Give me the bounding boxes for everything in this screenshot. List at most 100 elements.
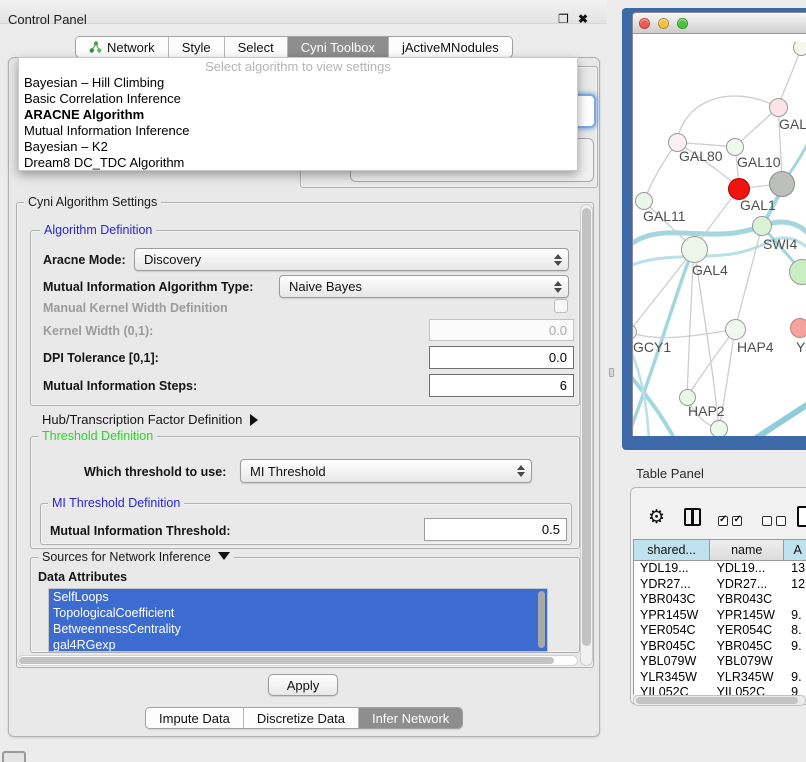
table-panel-title: Table Panel: [636, 466, 704, 481]
zoom-traffic-light[interactable]: [677, 18, 688, 29]
attribute-item-selected[interactable]: BetweennessCentrality: [49, 621, 547, 637]
table-body: YDL19...YDL19...13YDR27...YDR27...12YBR0…: [633, 561, 806, 695]
node-label: GCY1: [633, 339, 671, 355]
table-row[interactable]: YDR27...YDR27...12: [634, 577, 806, 593]
algorithm-option-selected[interactable]: ARACNE Algorithm: [19, 107, 577, 123]
table-row[interactable]: YER054CYER054C8.: [634, 623, 806, 639]
which-threshold-value: MI Threshold: [250, 464, 326, 479]
mi-algorithm-type-combobox[interactable]: Naive Bayes: [279, 275, 569, 298]
panel-splitter-handle[interactable]: [609, 368, 614, 377]
column-header[interactable]: shared...: [634, 540, 710, 560]
settings-vertical-scrollbar-thumb[interactable]: [582, 208, 591, 646]
dpi-tolerance-value: 0.0: [549, 350, 567, 365]
algorithm-option[interactable]: Basic Correlation Inference: [19, 91, 577, 107]
table-cell: 9.: [785, 608, 806, 624]
network-canvas[interactable]: GALGAL80GAL10GAL1GAL11SWI4GAL4GCY1HAP4YH…: [633, 42, 806, 436]
tab-jactivemnodules[interactable]: jActiveMNodules: [389, 37, 512, 57]
algorithm-option[interactable]: Bayesian – K2: [19, 139, 577, 155]
minimize-traffic-light[interactable]: [658, 18, 669, 29]
tab-label: Network: [107, 40, 155, 55]
network-node-gal[interactable]: [769, 98, 788, 117]
network-node-swi4[interactable]: [752, 216, 772, 236]
minimized-panel-icon[interactable]: [2, 751, 26, 762]
unchecked-box-icon: [776, 516, 786, 526]
node-label: SWI4: [763, 236, 797, 252]
table-row[interactable]: YBL079WYBL079W: [634, 654, 806, 670]
table-cell: YIL052C: [711, 685, 786, 695]
mi-steps-value: 6: [560, 378, 567, 393]
algorithm-option[interactable]: Bayesian – Hill Climbing: [19, 75, 577, 91]
which-threshold-combobox[interactable]: MI Threshold: [240, 459, 532, 483]
network-edge[interactable]: [753, 400, 806, 436]
float-window-icon[interactable]: ❐: [558, 12, 569, 26]
tab-impute-data[interactable]: Impute Data: [146, 708, 244, 728]
dpi-tolerance-field[interactable]: 0.0: [429, 346, 574, 369]
attribute-item-selected[interactable]: TopologicalCoefficient: [49, 605, 547, 621]
tab-cyni-toolbox[interactable]: Cyni Toolbox: [288, 37, 389, 57]
table-cell: 9.: [785, 639, 806, 655]
network-edge[interactable]: [633, 329, 735, 338]
algorithm-option[interactable]: Mutual Information Inference: [19, 123, 577, 139]
tab-label: Infer Network: [372, 711, 449, 726]
tab-style[interactable]: Style: [169, 37, 225, 57]
app-root: Control Panel ❐ ✖ Network Style Select C…: [0, 0, 806, 762]
network-node-y[interactable]: [790, 318, 806, 338]
network-node-gal4[interactable]: [681, 236, 708, 263]
column-header[interactable]: name: [710, 540, 784, 560]
attribute-item-selected[interactable]: SelfLoops: [49, 589, 547, 605]
manual-kernel-checkbox[interactable]: [554, 299, 568, 313]
select-all-columns-button[interactable]: [718, 513, 742, 531]
mi-threshold-value: 0.5: [542, 522, 560, 537]
table-cell: YDL19...: [711, 561, 786, 577]
table-row[interactable]: YDL19...YDL19...13: [634, 561, 806, 577]
mi-steps-field[interactable]: 6: [429, 374, 574, 397]
kernel-width-value: 0.0: [549, 323, 567, 338]
network-node-hap4[interactable]: [725, 319, 746, 340]
algorithm-option[interactable]: Dream8 DC_TDC Algorithm: [19, 155, 577, 171]
unselect-all-columns-button[interactable]: [762, 513, 786, 531]
tab-select[interactable]: Select: [225, 37, 288, 57]
hub-definition-label: Hub/Transcription Factor Definition: [42, 412, 242, 427]
column-header[interactable]: A: [784, 540, 806, 560]
close-traffic-light[interactable]: [639, 18, 650, 29]
tab-discretize-data[interactable]: Discretize Data: [244, 708, 359, 728]
control-panel-tabbar: Network Style Select Cyni Toolbox jActiv…: [75, 36, 513, 58]
sources-title: Sources for Network Inference: [42, 550, 211, 564]
table-row[interactable]: YBR043CYBR043C: [634, 592, 806, 608]
tab-network[interactable]: Network: [76, 37, 169, 57]
table-cell: YPR145W: [711, 608, 786, 624]
table-row[interactable]: YLR345WYLR345W9.: [634, 670, 806, 686]
tab-infer-network[interactable]: Infer Network: [359, 708, 462, 728]
attribute-item-selected[interactable]: gal4RGexp: [49, 637, 547, 652]
show-columns-button[interactable]: [684, 508, 701, 526]
network-edge[interactable]: [735, 226, 762, 329]
network-edge[interactable]: [687, 329, 735, 397]
tab-label: jActiveMNodules: [402, 40, 499, 55]
hub-definition-expander[interactable]: Hub/Transcription Factor Definition: [42, 411, 258, 429]
mi-steps-label: Mutual Information Steps:: [43, 379, 197, 393]
stepper-arrows-icon: [553, 254, 561, 266]
table-row[interactable]: YPR145WYPR145W9.: [634, 608, 806, 624]
network-node[interactable]: [769, 171, 795, 197]
table-settings-button[interactable]: ⚙: [648, 508, 665, 528]
sources-collapser[interactable]: Sources for Network Inference: [38, 550, 234, 564]
table-row[interactable]: YBR045CYBR045C9.: [634, 639, 806, 655]
tab-label: Discretize Data: [257, 711, 345, 726]
mi-threshold-field[interactable]: 0.5: [424, 518, 567, 541]
table-cell: 13: [785, 561, 806, 577]
table-row[interactable]: YIL052CYIL052C9: [634, 685, 806, 695]
export-table-button[interactable]: [797, 506, 806, 527]
network-window-titlebar[interactable]: [633, 13, 806, 34]
network-edge[interactable]: [677, 96, 778, 142]
node-label: GAL11: [643, 208, 686, 224]
network-node[interactable]: [710, 420, 728, 436]
kernel-width-field[interactable]: 0.0: [429, 319, 574, 341]
apply-button[interactable]: Apply: [268, 674, 338, 696]
close-icon[interactable]: ✖: [578, 12, 588, 26]
settings-horizontal-scrollbar-thumb[interactable]: [19, 657, 554, 664]
bottom-tabbar: Impute Data Discretize Data Infer Networ…: [145, 707, 463, 729]
table-horizontal-scrollbar-thumb[interactable]: [636, 697, 798, 704]
network-node[interactable]: [793, 42, 806, 56]
attribute-list-scrollbar[interactable]: [538, 591, 545, 648]
aracne-mode-combobox[interactable]: Discovery: [134, 248, 569, 271]
